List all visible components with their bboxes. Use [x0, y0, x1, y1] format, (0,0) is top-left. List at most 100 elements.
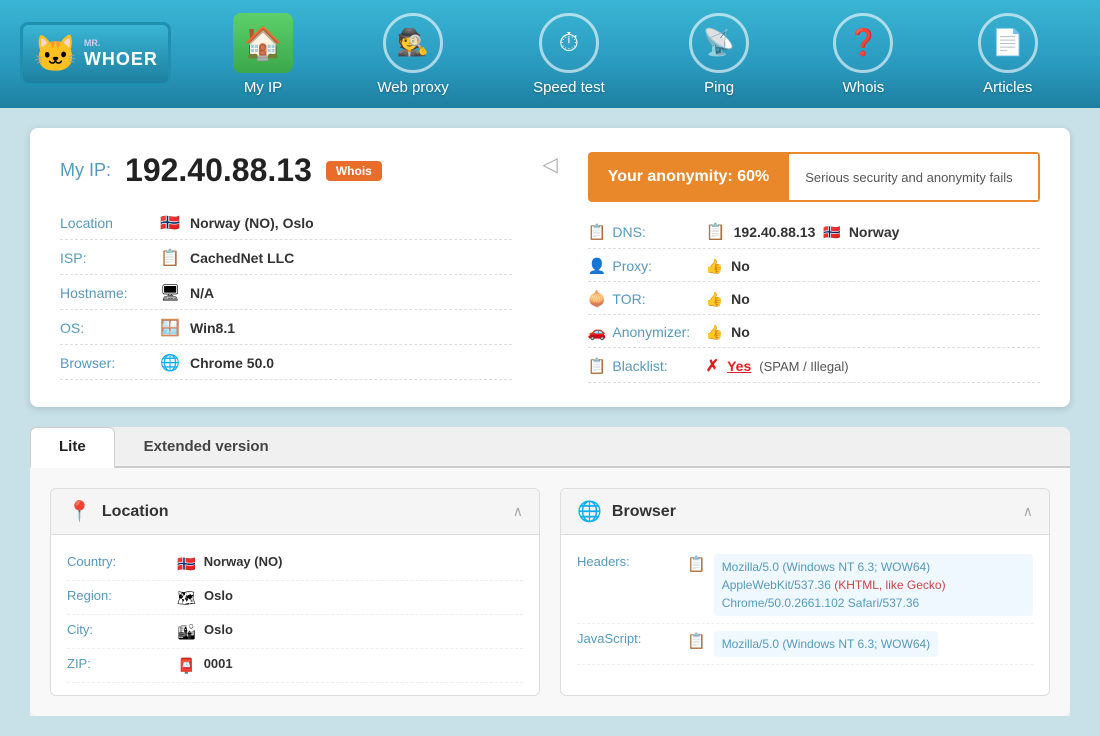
anonymity-percent: Your anonymity: 60%	[588, 152, 790, 202]
anonymity-status: Serious security and anonymity fails	[789, 152, 1040, 202]
country-label: Country:	[67, 554, 167, 569]
blacklist-value: ✗ Yes (SPAM / Illegal)	[706, 356, 849, 376]
tab-bar: Lite Extended version	[30, 427, 1070, 468]
dns-label: 📋 DNS:	[588, 223, 698, 241]
blacklist-label: 📋 Blacklist:	[588, 357, 698, 375]
browser-value: Chrome 50.0	[190, 355, 274, 371]
zip-value: 0001	[204, 656, 233, 671]
tab-content: 📍 Location ∧ Country: 🇳🇴 Norway (NO)	[30, 468, 1070, 716]
hostname-value: N/A	[190, 285, 214, 301]
dns-icon: 📋	[588, 223, 607, 241]
hostname-row: Hostname: 🖥 N/A	[60, 283, 512, 310]
spam-label: (SPAM / Illegal)	[759, 359, 848, 374]
proxy-value: 👍 No	[706, 258, 750, 275]
dns-country-name: Norway	[849, 224, 900, 240]
nav-speed-test-label: Speed test	[533, 79, 605, 96]
isp-value: CachedNet LLC	[190, 250, 294, 266]
ip-label: My IP:	[60, 160, 111, 181]
browser-panel-title: 🌐 Browser	[577, 499, 676, 524]
zip-icon: 📮	[177, 657, 196, 675]
browser-panel-header: 🌐 Browser ∧	[561, 489, 1049, 535]
tor-label: 🧅 TOR:	[588, 290, 698, 308]
blacklist-yes[interactable]: Yes	[727, 358, 751, 374]
site-header: 🐱 mr. WHOER 🏠 My IP 🕵️ Web proxy ⏱ Speed…	[0, 0, 1100, 108]
tor-icon: 🧅	[588, 290, 607, 308]
location-label: Location	[60, 215, 150, 231]
city-label: City:	[67, 622, 167, 637]
nav-web-proxy[interactable]: 🕵️ Web proxy	[377, 13, 448, 96]
region-icon: 🗺	[177, 589, 196, 607]
main-nav: 🏠 My IP 🕵️ Web proxy ⏱ Speed test 📡 Ping…	[191, 13, 1080, 96]
dns-country-flag: 🇳🇴	[823, 224, 840, 241]
os-label: OS:	[60, 320, 150, 336]
browser-collapse-icon[interactable]: ∧	[1023, 503, 1033, 520]
isp-row: ISP: 📋 CachedNet LLC	[60, 248, 512, 275]
location-panel-icon: 📍	[67, 499, 92, 524]
os-row: OS: Win8.1	[60, 318, 512, 345]
region-value: Oslo	[204, 588, 233, 603]
proxy-thumb-icon: 👍	[706, 258, 723, 275]
tor-thumb-icon: 👍	[706, 291, 723, 308]
house-icon: 🏠	[233, 13, 293, 73]
main-container: My IP: 192.40.88.13 Whois Location Norwa…	[20, 128, 1080, 716]
location-collapse-icon[interactable]: ∧	[513, 503, 523, 520]
javascript-icon: 📋	[687, 632, 706, 650]
ip-value: 192.40.88.13	[125, 152, 312, 189]
javascript-row: JavaScript: 📋 Mozilla/5.0 (Windows NT 6.…	[577, 624, 1033, 665]
javascript-value: Mozilla/5.0 (Windows NT 6.3; WOW64)	[714, 631, 939, 657]
logo-mr: mr.	[84, 38, 158, 49]
articles-icon: 📄	[978, 13, 1038, 73]
browser-icon	[160, 353, 180, 373]
nav-my-ip-label: My IP	[244, 79, 282, 96]
logo[interactable]: 🐱 mr. WHOER	[20, 22, 171, 86]
city-row: City: 🏙 Oslo	[67, 615, 523, 649]
anonymizer-thumb-icon: 👍	[706, 324, 723, 341]
nav-whois[interactable]: ❓ Whois	[833, 13, 893, 96]
zip-label: ZIP:	[67, 656, 167, 671]
nav-ping[interactable]: 📡 Ping	[689, 13, 749, 96]
speedometer-icon: ⏱	[539, 13, 599, 73]
whois-badge-button[interactable]: Whois	[326, 161, 382, 181]
dns-row: 📋 DNS: 📋 192.40.88.13 🇳🇴 Norway	[588, 222, 1040, 249]
location-panel: 📍 Location ∧ Country: 🇳🇴 Norway (NO)	[50, 488, 540, 696]
anonymity-bar: Your anonymity: 60% Serious security and…	[588, 152, 1040, 202]
ip-card: My IP: 192.40.88.13 Whois Location Norwa…	[30, 128, 1070, 407]
region-row: Region: 🗺 Oslo	[67, 581, 523, 615]
nav-articles[interactable]: 📄 Articles	[978, 13, 1038, 96]
browser-panel-body: Headers: 📋 Mozilla/5.0 (Windows NT 6.3; …	[561, 535, 1049, 677]
location-panel-title: 📍 Location	[67, 499, 169, 524]
tab-extended[interactable]: Extended version	[115, 427, 298, 466]
dns-flag-icon: 📋	[706, 222, 726, 242]
proxy-icon: 👤	[588, 257, 607, 275]
hostname-icon: 🖥	[160, 283, 180, 303]
ip-left-panel: My IP: 192.40.88.13 Whois Location Norwa…	[60, 152, 512, 383]
nav-articles-label: Articles	[983, 79, 1032, 96]
city-value: Oslo	[204, 622, 233, 637]
isp-icon: 📋	[160, 248, 180, 268]
browser-panel-title-text: Browser	[612, 503, 676, 521]
ping-icon: 📡	[689, 13, 749, 73]
location-value: Norway (NO), Oslo	[190, 215, 314, 231]
nav-ping-label: Ping	[704, 79, 734, 96]
ip-header: My IP: 192.40.88.13 Whois	[60, 152, 512, 189]
norway-flag-icon	[160, 213, 180, 233]
tor-value: 👍 No	[706, 291, 750, 308]
os-icon	[160, 318, 180, 338]
region-label: Region:	[67, 588, 167, 603]
dns-value: 📋 192.40.88.13 🇳🇴 Norway	[706, 222, 900, 242]
browser-row: Browser: Chrome 50.0	[60, 353, 512, 380]
javascript-label: JavaScript:	[577, 631, 677, 646]
zip-row: ZIP: 📮 0001	[67, 649, 523, 683]
tab-lite[interactable]: Lite	[30, 427, 115, 468]
security-details: 📋 DNS: 📋 192.40.88.13 🇳🇴 Norway 👤 Proxy:	[588, 222, 1040, 383]
country-value: Norway (NO)	[204, 554, 283, 569]
browser-panel-icon: 🌐	[577, 499, 602, 524]
ip-right-panel: Your anonymity: 60% Serious security and…	[588, 152, 1040, 383]
nav-my-ip[interactable]: 🏠 My IP	[233, 13, 293, 96]
tabs-section: Lite Extended version 📍 Location ∧ Count…	[30, 427, 1070, 716]
proxy-row: 👤 Proxy: 👍 No	[588, 257, 1040, 282]
nav-speed-test[interactable]: ⏱ Speed test	[533, 13, 605, 96]
x-icon: ✗	[706, 356, 719, 376]
nav-web-proxy-label: Web proxy	[377, 79, 448, 96]
city-icon: 🏙	[177, 623, 196, 641]
